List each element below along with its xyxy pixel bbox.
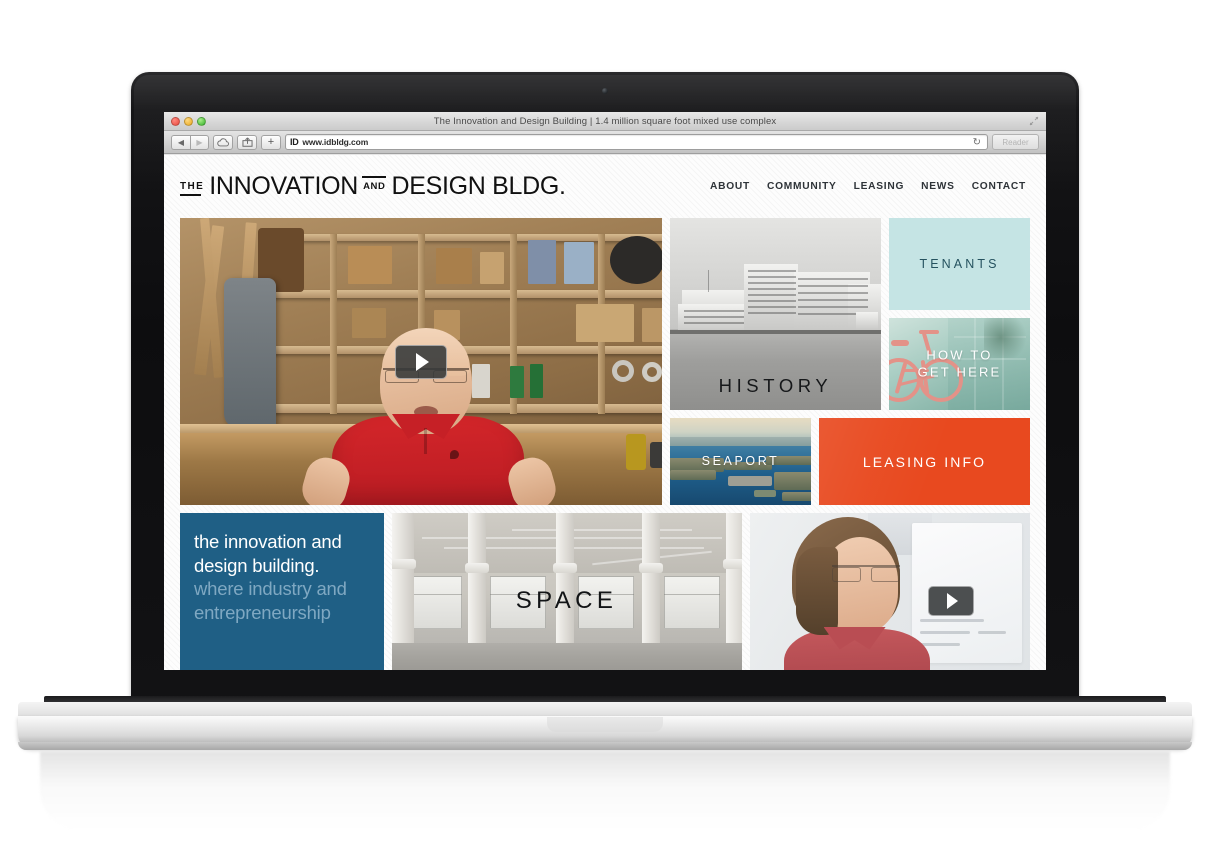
logo-design-bldg: DESIGN BLDG. (391, 172, 566, 200)
back-arrow-icon[interactable]: ◀ (171, 134, 190, 150)
nav-item-news[interactable]: NEWS (921, 181, 955, 192)
laptop-mockup: The Innovation and Design Building | 1.4… (0, 0, 1210, 843)
howto-line2: GET HERE (917, 364, 1002, 379)
safari-browser-window: The Innovation and Design Building | 1.4… (164, 112, 1046, 670)
hero-video-tile[interactable] (180, 218, 662, 505)
browser-title-bar: The Innovation and Design Building | 1.4… (164, 112, 1046, 131)
how-to-get-here-tile[interactable]: HOW TO GET HERE (889, 318, 1030, 410)
reload-icon[interactable]: ↻ (973, 137, 983, 148)
space-tile[interactable]: SPACE (391, 513, 742, 670)
history-tile[interactable]: HISTORY (670, 218, 881, 410)
play-button[interactable] (395, 344, 447, 379)
forward-arrow-icon[interactable]: ▶ (190, 134, 209, 150)
logo-innovation: INNOVATION (209, 172, 359, 200)
laptop-latch-notch (547, 717, 663, 732)
seaport-label: SEAPORT (701, 453, 780, 468)
minimize-window-button[interactable] (184, 117, 193, 126)
play-triangle-icon (947, 592, 958, 609)
share-icon[interactable] (237, 134, 257, 150)
webpage-content: THE INNOVATION AND DESIGN BLDG. ABOUT CO… (164, 155, 1046, 670)
play-button[interactable] (928, 585, 974, 616)
history-water (670, 329, 881, 410)
tile-row-upper: HISTORY TENANTS HOW TO GET HERE (670, 218, 1030, 410)
interview-video-tile[interactable] (749, 513, 1030, 670)
icloud-tabs-icon[interactable] (213, 134, 233, 150)
site-header: THE INNOVATION AND DESIGN BLDG. ABOUT CO… (164, 155, 1046, 218)
new-tab-button[interactable]: + (261, 134, 281, 150)
nav-button-group[interactable]: ◀ ▶ (171, 134, 209, 150)
webcam-icon (602, 88, 608, 94)
howto-line1: HOW TO (926, 347, 993, 363)
close-window-button[interactable] (171, 117, 180, 126)
tile-row-top: HISTORY TENANTS HOW TO GET HERE SEAPORT … (180, 218, 1030, 505)
nav-item-leasing[interactable]: LEASING (854, 181, 905, 192)
site-logo[interactable]: THE INNOVATION AND DESIGN BLDG. (180, 172, 566, 201)
nav-item-about[interactable]: ABOUT (710, 181, 750, 192)
laptop-lid: The Innovation and Design Building | 1.4… (128, 69, 1082, 713)
address-bar[interactable]: ID www.idbldg.com ↻ (285, 134, 988, 150)
how-to-get-here-label: HOW TO GET HERE (889, 347, 1030, 380)
tile-row-bottom: the innovation and design building. wher… (180, 513, 1030, 670)
laptop-base-lip (18, 742, 1192, 750)
seaport-tile[interactable]: SEAPORT (670, 418, 811, 505)
leasing-info-label: LEASING INFO (862, 453, 987, 470)
site-favicon: ID (290, 137, 299, 147)
tenants-label: TENANTS (919, 257, 1000, 271)
fullscreen-icon[interactable] (1029, 116, 1039, 126)
main-navigation: ABOUT COMMUNITY LEASING NEWS CONTACT (710, 181, 1026, 192)
url-text: www.idbldg.com (302, 137, 369, 147)
browser-toolbar: ◀ ▶ + ID www.idbldg.com ↻ Reader (164, 131, 1046, 154)
history-label: HISTORY (718, 375, 833, 396)
tenants-tile[interactable]: TENANTS (889, 218, 1030, 310)
window-title: The Innovation and Design Building | 1.4… (433, 115, 777, 127)
window-controls[interactable] (171, 117, 206, 126)
tile-substack: TENANTS HOW TO GET HERE (889, 218, 1030, 410)
logo-the: THE (180, 181, 205, 196)
nav-item-community[interactable]: COMMUNITY (767, 181, 837, 192)
space-label: SPACE (515, 586, 618, 614)
person-interview (780, 513, 930, 670)
leasing-info-tile[interactable]: LEASING INFO (819, 418, 1030, 505)
nav-item-contact[interactable]: CONTACT (972, 181, 1026, 192)
tile-right-column: HISTORY TENANTS HOW TO GET HERE SEAPORT … (670, 218, 1030, 505)
intro-copy: the innovation and design building. wher… (194, 530, 370, 625)
tile-row-lower: SEAPORT LEASING INFO (670, 418, 1030, 505)
zoom-window-button[interactable] (197, 117, 206, 126)
laptop-screen: The Innovation and Design Building | 1.4… (164, 112, 1046, 670)
play-triangle-icon (416, 352, 429, 371)
intro-text-tile[interactable]: the innovation and design building. wher… (180, 513, 384, 670)
laptop-reflection (40, 752, 1170, 830)
tile-grid: HISTORY TENANTS HOW TO GET HERE SEAPORT … (164, 218, 1046, 670)
logo-and: AND (362, 176, 387, 192)
laptop-base (18, 696, 1192, 752)
intro-muted: where industry and entrepreneurship (194, 578, 347, 624)
reader-button[interactable]: Reader (992, 134, 1039, 150)
intro-strong: the innovation and design building. (194, 531, 342, 576)
